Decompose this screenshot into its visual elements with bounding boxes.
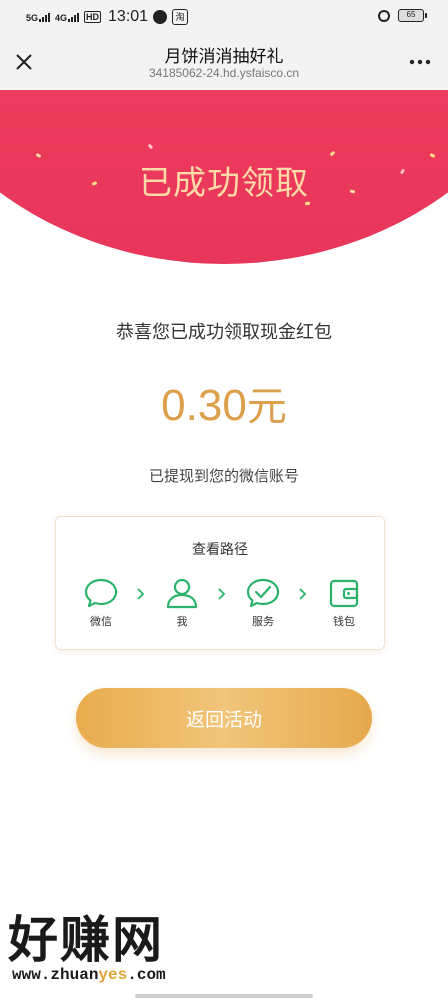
signal-bars-icon — [68, 12, 80, 22]
return-to-activity-button[interactable]: 返回活动 — [76, 688, 372, 748]
amount-unit: 元 — [246, 384, 287, 430]
path-step-wallet: 钱包 — [320, 577, 368, 629]
chat-bubble-icon — [84, 578, 118, 608]
watermark-url-highlight: yes — [98, 966, 128, 984]
chevron-right-icon — [299, 588, 307, 600]
path-step-me: 我 — [158, 577, 206, 629]
check-bubble-icon — [246, 578, 280, 608]
path-step-service: 服务 — [239, 577, 287, 629]
watermark-url-suffix: .com — [127, 966, 166, 984]
more-icon — [409, 59, 431, 65]
wallet-icon — [329, 579, 359, 608]
home-indicator[interactable] — [135, 994, 313, 998]
chevron-right-icon — [137, 588, 145, 600]
status-left: 5G 4G HD 13:01 淘 — [26, 8, 189, 26]
signal-bars-icon — [39, 12, 51, 22]
banner-title: 已成功领取 — [139, 163, 309, 202]
hd-voice-badge: HD — [84, 11, 102, 23]
network-4g-label: 4G — [55, 13, 68, 23]
person-icon — [166, 578, 198, 609]
status-right: 65 — [378, 9, 427, 22]
notification-app-icon — [153, 10, 168, 24]
success-banner: 已成功领取 — [0, 90, 448, 265]
battery-icon: 65 — [398, 9, 427, 22]
alarm-icon — [378, 9, 390, 22]
amount-value: 0.30 — [161, 381, 247, 430]
path-step-wechat: 微信 — [77, 577, 125, 629]
path-title: 查看路径 — [192, 542, 248, 558]
network-5g-label: 5G — [26, 13, 39, 23]
watermark-logo-text: 好赚网 — [8, 911, 164, 969]
chevron-right-icon — [218, 588, 226, 600]
path-step-label: 微信 — [90, 615, 112, 628]
amount-display: 0.30元 — [0, 374, 448, 432]
page-title: 月饼消消抽好礼 — [164, 47, 284, 67]
taobao-notification-icon: 淘 — [172, 9, 189, 25]
path-step-label: 服务 — [252, 615, 274, 628]
page-url: 34185062-24.hd.ysfaisco.cn — [148, 66, 300, 80]
nav-bar: 月饼消消抽好礼 34185062-24.hd.ysfaisco.cn — [0, 34, 448, 90]
watermark-url: www.zhuanyes.com — [12, 966, 166, 984]
withdrawn-text: 已提现到您的微信账号 — [148, 467, 299, 485]
watermark-url-prefix: www.zhuan — [12, 966, 99, 984]
watermark: 好赚网 www.zhuanyes.com — [8, 900, 228, 990]
path-step-label: 我 — [176, 615, 188, 628]
status-bar: 5G 4G HD 13:01 淘 65 — [0, 0, 448, 34]
network-4g-indicator: 4G — [55, 12, 80, 23]
path-step-label: 钱包 — [333, 615, 355, 628]
status-time: 13:01 — [108, 8, 149, 25]
more-button[interactable] — [406, 48, 434, 76]
network-5g-indicator: 5G — [26, 12, 51, 23]
path-card: 查看路径 微信 我 服务 钱包 — [55, 516, 385, 650]
congrats-text: 恭喜您已成功领取现金红包 — [116, 322, 332, 343]
